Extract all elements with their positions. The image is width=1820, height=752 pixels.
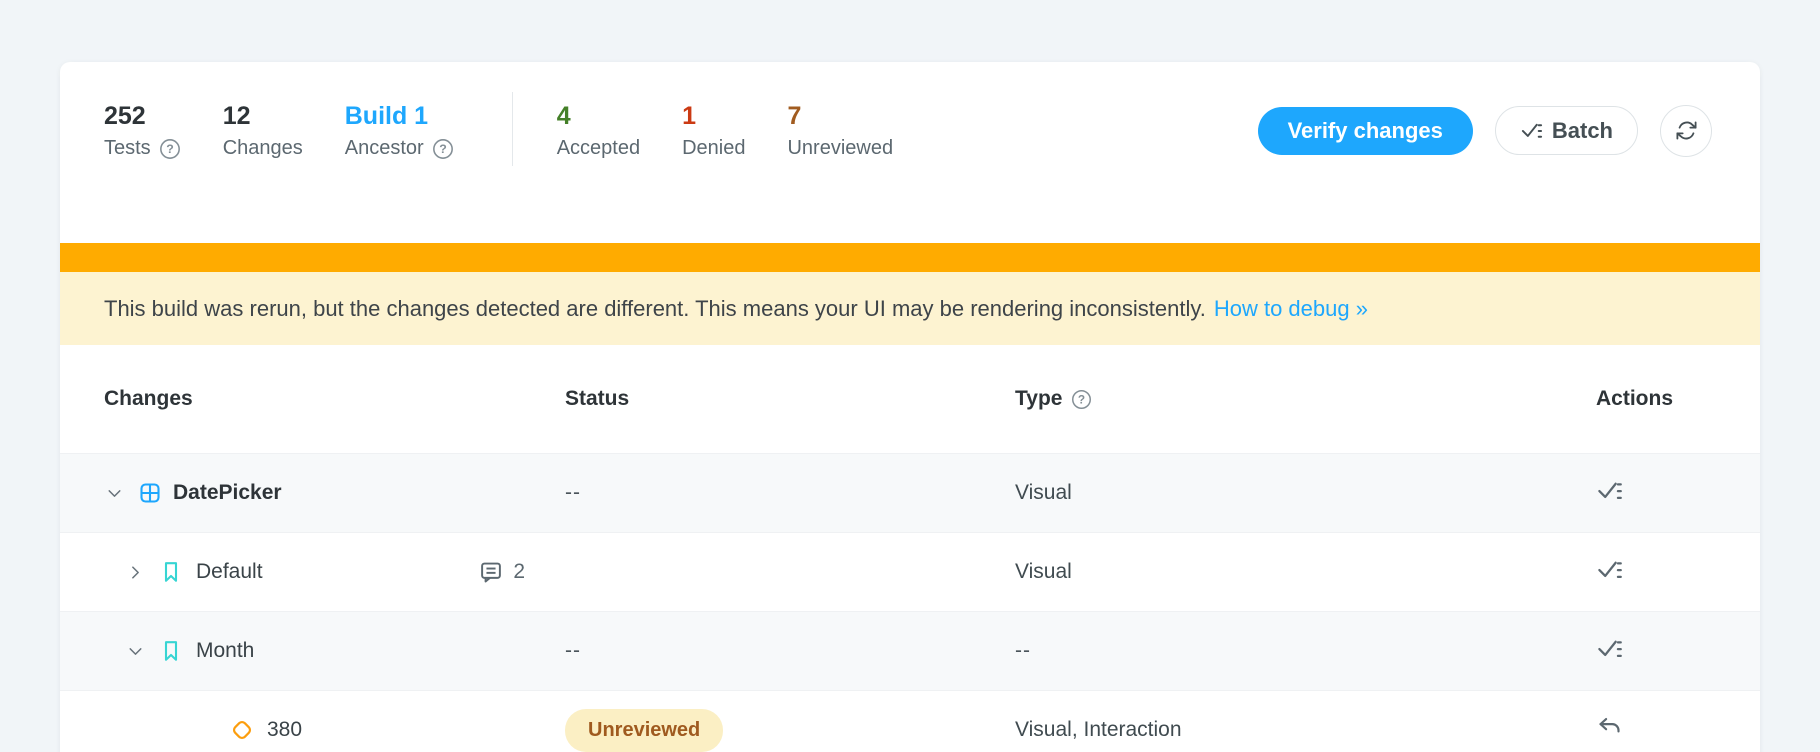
changes-label: Changes	[223, 137, 303, 160]
status-value: --	[565, 481, 581, 504]
undo-icon[interactable]	[1596, 714, 1623, 741]
table-row-test-380[interactable]: 380 Unreviewed Visual, Interaction	[60, 690, 1760, 752]
warning-strip	[60, 243, 1760, 272]
table-row-story-default[interactable]: Default 2 Visual	[60, 532, 1760, 611]
ancestor-label: Ancestor	[345, 137, 424, 160]
stat-changes: 12 Changes	[223, 101, 303, 160]
stat-denied: 1 Denied	[682, 101, 745, 160]
story-name: Month	[196, 639, 254, 663]
help-icon[interactable]	[432, 138, 454, 160]
stat-unreviewed: 7 Unreviewed	[787, 101, 893, 160]
table-row-component-datepicker[interactable]: DatePicker -- Visual	[60, 453, 1760, 532]
component-name: DatePicker	[173, 481, 282, 505]
table-row-story-month[interactable]: Month -- --	[60, 611, 1760, 690]
denied-label: Denied	[682, 137, 745, 160]
table-header: Changes Status Type Actions	[60, 345, 1760, 453]
batch-accept-icon	[1520, 119, 1543, 142]
batch-accept-icon[interactable]	[1596, 635, 1623, 662]
batch-accept-icon[interactable]	[1596, 556, 1623, 583]
comment-icon	[478, 559, 504, 585]
type-value: Visual	[1015, 560, 1072, 583]
help-icon[interactable]	[159, 138, 181, 160]
how-to-debug-link[interactable]: How to debug »	[1214, 296, 1368, 322]
column-header-status: Status	[565, 387, 629, 411]
batch-button-label: Batch	[1552, 120, 1613, 142]
unreviewed-status-badge: Unreviewed	[565, 709, 723, 752]
status-value: --	[565, 639, 581, 662]
stats-bar: 252 Tests 12 Changes Build 1 Ancestor 4 …	[60, 62, 1760, 243]
type-value: Visual	[1015, 481, 1072, 504]
component-icon	[138, 481, 162, 505]
ancestor-build-link[interactable]: Build 1	[345, 101, 454, 132]
chevron-down-icon[interactable]	[104, 483, 125, 504]
banner-message: This build was rerun, but the changes de…	[104, 296, 1206, 322]
tests-label: Tests	[104, 137, 151, 160]
type-value: Visual, Interaction	[1015, 718, 1182, 741]
unreviewed-label: Unreviewed	[787, 137, 893, 160]
stat-accepted: 4 Accepted	[557, 101, 640, 160]
story-bookmark-icon	[159, 639, 183, 663]
rerun-build-button[interactable]	[1660, 105, 1712, 157]
comment-count: 2	[513, 560, 525, 584]
denied-count: 1	[682, 101, 745, 132]
build-summary-card: 252 Tests 12 Changes Build 1 Ancestor 4 …	[60, 62, 1760, 752]
tests-count: 252	[104, 101, 181, 132]
viewport-diamond-icon	[230, 718, 254, 742]
story-bookmark-icon	[159, 560, 183, 584]
accepted-label: Accepted	[557, 137, 640, 160]
column-header-actions: Actions	[1596, 387, 1673, 411]
batch-button[interactable]: Batch	[1495, 106, 1638, 155]
unreviewed-count: 7	[787, 101, 893, 132]
type-value: --	[1015, 639, 1031, 662]
accepted-count: 4	[557, 101, 640, 132]
stat-tests: 252 Tests	[104, 101, 181, 160]
verify-changes-button[interactable]: Verify changes	[1258, 107, 1473, 155]
rerun-warning-banner: This build was rerun, but the changes de…	[60, 272, 1760, 345]
stat-ancestor-build: Build 1 Ancestor	[345, 101, 454, 160]
sync-icon	[1675, 119, 1698, 142]
changes-count: 12	[223, 101, 303, 132]
column-header-type: Type	[1015, 387, 1062, 411]
test-name: 380	[267, 718, 302, 742]
chevron-right-icon[interactable]	[125, 562, 146, 583]
help-icon[interactable]	[1071, 389, 1092, 410]
stats-divider	[512, 92, 513, 166]
comment-count-group[interactable]: 2	[478, 559, 525, 585]
toolbar: Verify changes Batch	[1258, 105, 1712, 157]
batch-accept-icon[interactable]	[1596, 477, 1623, 504]
column-header-changes: Changes	[104, 387, 193, 411]
story-name: Default	[196, 560, 263, 584]
chevron-down-icon[interactable]	[125, 641, 146, 662]
